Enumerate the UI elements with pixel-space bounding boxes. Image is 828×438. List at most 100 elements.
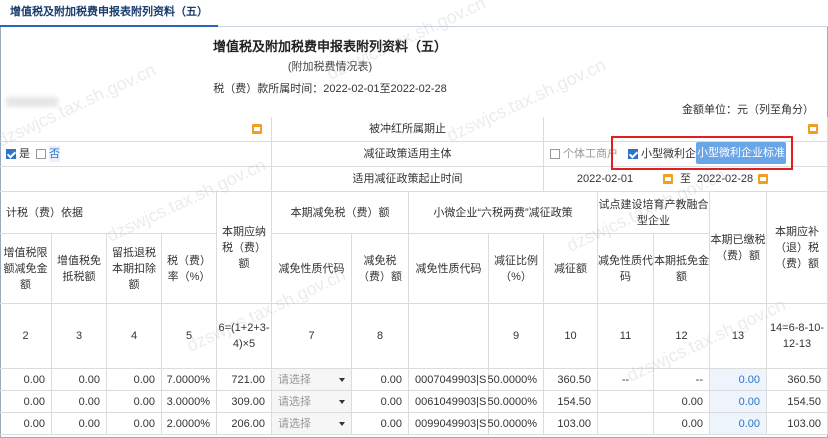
reduce-code-select[interactable]: 请选择 [278,416,311,432]
row-1-amount: 360.50 [544,369,598,391]
tab-bar: 增值税及附加税费申报表附列资料（五） [0,0,828,27]
col-number: 8 [352,304,409,369]
yes-label: 是 [19,148,30,160]
row-2-code: 0061049903|S [409,391,489,413]
row-3-pamt: 0.00 [654,413,710,435]
row-2-ratio: 50.0000% [487,391,544,413]
row-1-c2: 0.00 [52,369,107,391]
header-small-code: 减免性质代码 [409,234,489,304]
row-1-sel[interactable]: 请选择 [272,369,352,391]
reduce-code-select[interactable]: 请选择 [278,372,311,388]
page-subtitle: (附加税费情况表) [287,61,373,73]
calendar-icon[interactable] [758,174,768,184]
group-basis: 计税（费）依据 [0,192,217,234]
header-limit: 增值税限额减免金额 [0,234,52,304]
calendar-icon[interactable] [663,174,673,184]
header-refund: 留抵退税本期扣除额 [107,234,162,304]
row-3-pcode [598,413,654,435]
no-label: 否 [49,146,60,162]
start-label: 适用减征政策起止时间 [272,167,544,192]
tab-attachment-5[interactable]: 增值税及附加税费申报表附列资料（五） [0,0,218,27]
row-2-pcode [598,391,654,413]
start-date[interactable]: 2022-02-01 [550,171,660,187]
row-3-reduce: 0.00 [352,413,409,435]
col-number [409,304,489,369]
header-due: 本期应纳税（费）额 [217,192,272,304]
row-3-due: 206.00 [217,413,272,435]
col-number: 14=6-8-10-12-13 [767,304,828,369]
yes-checkbox[interactable] [6,149,16,159]
chevron-down-icon [339,422,345,426]
row-3-amount: 103.00 [544,413,598,435]
row-3-c2: 0.00 [52,413,107,435]
row-1-code: 0007049903|S [409,369,489,391]
group-reduce: 本期减免税（费）额 [272,192,409,234]
amount-unit: 金额单位：元（列至角分） [682,104,814,116]
group-pilot: 试点建设培育产教融合型企业 [598,192,710,234]
col-number: 13 [710,304,767,369]
header-balance: 本期应补（退）税（费）额 [767,192,828,304]
end-date[interactable]: 2022-02-28 [695,171,755,187]
chevron-down-icon [339,378,345,382]
red-period-left [0,117,272,142]
col-number: 11 [598,304,654,369]
col-number: 5 [162,304,217,369]
redacted-text [6,97,58,107]
row-1-rate: 7.0000% [162,369,217,391]
row-3-c3: 0.00 [107,413,162,435]
row-2-sel[interactable]: 请选择 [272,391,352,413]
row-2-rate: 3.0000% [162,391,217,413]
header-rate: 税（费）率（%） [162,234,217,304]
header-reduce-code: 减免性质代码 [272,234,352,304]
group-small: 小微企业“六税两费”减征政策 [409,192,598,234]
subject-label: 减征政策适用主体 [272,142,544,167]
row-1-paid[interactable]: 0.00 [710,369,767,391]
row-3-balance: 103.00 [767,413,828,435]
red-period-label: 被冲红所属期止 [272,117,544,142]
header-small-amount: 减征额 [544,234,598,304]
row-2-c1: 0.00 [0,391,52,413]
row-2-balance: 154.50 [767,391,828,413]
header-reduce-amount: 减免税（费）额 [352,234,409,304]
col-number: 4 [107,304,162,369]
yes-no-choice: 是 否 [0,142,272,167]
start-left [0,167,272,192]
row-2-reduce: 0.00 [352,391,409,413]
row-1-c3: 0.00 [107,369,162,391]
no-checkbox[interactable] [36,149,46,159]
col-number: 2 [0,304,52,369]
row-1-ratio: 50.0000% [487,369,544,391]
row-2-due: 309.00 [217,391,272,413]
calendar-icon[interactable] [808,124,818,134]
calendar-icon[interactable] [252,124,262,134]
individual-label: 个体工商户 [563,148,618,160]
small-micro-standard-button[interactable]: 小型微利企业标准 [696,142,786,164]
row-1-pcode: -- [598,369,654,391]
col-number: 6=(1+2+3-4)×5 [217,304,272,369]
header-pilot-code: 减免性质代码 [598,234,654,304]
header-ratio: 减征比例（%） [489,234,544,304]
header-paid: 本期已缴税（费）额 [710,192,767,304]
row-1-pamt: -- [654,369,710,391]
row-2-paid[interactable]: 0.00 [710,391,767,413]
row-1-due: 721.00 [217,369,272,391]
row-2-c3: 0.00 [107,391,162,413]
row-3-code: 0099049903|S [409,413,489,435]
tax-period: 税（费）款所属时间：2022-02-01至2022-02-28 [213,83,447,95]
row-1-c1: 0.00 [0,369,52,391]
reduce-code-select[interactable]: 请选择 [278,394,311,410]
page-title: 增值税及附加税费申报表附列资料（五） [212,39,447,54]
header-exempt: 增值税免抵税额 [52,234,107,304]
row-2-amount: 154.50 [544,391,598,413]
col-number: 9 [489,304,544,369]
individual-checkbox[interactable] [550,149,560,159]
row-3-rate: 2.0000% [162,413,217,435]
row-1-balance: 360.50 [767,369,828,391]
col-number: 3 [52,304,107,369]
row-3-sel[interactable]: 请选择 [272,413,352,435]
col-number: 7 [272,304,352,369]
row-3-paid[interactable]: 0.00 [710,413,767,435]
col-number: 10 [544,304,598,369]
start-end-dates: 2022-02-01 至 2022-02-28 [544,167,828,192]
header-pilot-amount: 本期抵免金额 [654,234,710,304]
